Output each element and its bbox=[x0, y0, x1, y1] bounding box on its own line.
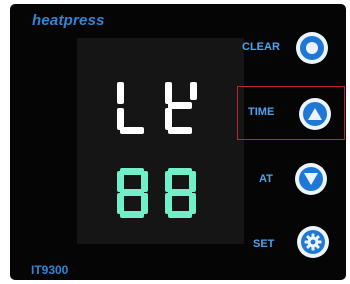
clear-button[interactable] bbox=[296, 32, 328, 64]
gear-icon bbox=[301, 230, 325, 254]
down-triangle-icon bbox=[299, 167, 323, 191]
set-label: SET bbox=[253, 238, 275, 250]
at-down-button[interactable] bbox=[295, 163, 327, 195]
set-button[interactable] bbox=[297, 226, 329, 258]
at-label: AT bbox=[259, 173, 273, 185]
bottom-readout-glyphs bbox=[117, 168, 196, 218]
time-label: TIME bbox=[248, 106, 275, 118]
circle-icon bbox=[300, 36, 324, 60]
model-label: IT9300 bbox=[31, 263, 69, 277]
display-readouts bbox=[117, 82, 197, 218]
brand-label: heatpress bbox=[32, 12, 105, 29]
time-up-button[interactable] bbox=[299, 98, 331, 130]
clear-label: CLEAR bbox=[242, 41, 280, 53]
lcd-display bbox=[77, 38, 244, 244]
top-readout-glyphs bbox=[117, 82, 197, 134]
up-triangle-icon bbox=[303, 102, 327, 126]
